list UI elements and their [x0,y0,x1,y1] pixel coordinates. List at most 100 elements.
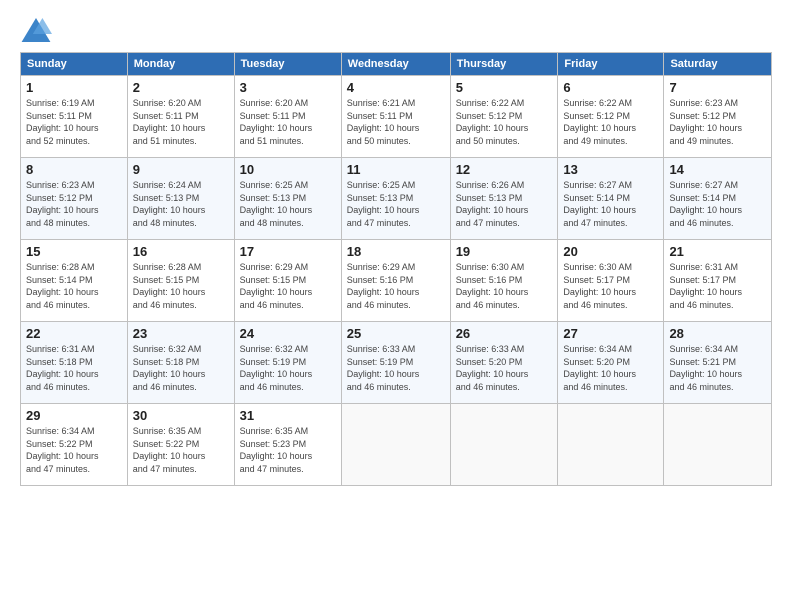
week-row-1: 1 Sunrise: 6:19 AM Sunset: 5:11 PM Dayli… [21,76,772,158]
day-info: Sunrise: 6:22 AM Sunset: 5:12 PM Dayligh… [563,97,658,147]
day-info: Sunrise: 6:35 AM Sunset: 5:23 PM Dayligh… [240,425,336,475]
header-wednesday: Wednesday [341,53,450,76]
calendar-cell: 7 Sunrise: 6:23 AM Sunset: 5:12 PM Dayli… [664,76,772,158]
calendar-cell: 11 Sunrise: 6:25 AM Sunset: 5:13 PM Dayl… [341,158,450,240]
calendar-cell: 18 Sunrise: 6:29 AM Sunset: 5:16 PM Dayl… [341,240,450,322]
calendar-cell: 16 Sunrise: 6:28 AM Sunset: 5:15 PM Dayl… [127,240,234,322]
day-info: Sunrise: 6:30 AM Sunset: 5:16 PM Dayligh… [456,261,553,311]
day-number: 31 [240,408,336,423]
day-number: 4 [347,80,445,95]
day-number: 2 [133,80,229,95]
calendar-cell: 26 Sunrise: 6:33 AM Sunset: 5:20 PM Dayl… [450,322,558,404]
day-number: 23 [133,326,229,341]
day-info: Sunrise: 6:31 AM Sunset: 5:18 PM Dayligh… [26,343,122,393]
day-number: 17 [240,244,336,259]
day-number: 29 [26,408,122,423]
day-info: Sunrise: 6:35 AM Sunset: 5:22 PM Dayligh… [133,425,229,475]
day-info: Sunrise: 6:34 AM Sunset: 5:20 PM Dayligh… [563,343,658,393]
day-number: 25 [347,326,445,341]
logo-icon [20,16,52,44]
calendar-cell: 31 Sunrise: 6:35 AM Sunset: 5:23 PM Dayl… [234,404,341,486]
day-number: 30 [133,408,229,423]
calendar-cell [341,404,450,486]
calendar-cell: 4 Sunrise: 6:21 AM Sunset: 5:11 PM Dayli… [341,76,450,158]
calendar-cell: 28 Sunrise: 6:34 AM Sunset: 5:21 PM Dayl… [664,322,772,404]
calendar-cell: 20 Sunrise: 6:30 AM Sunset: 5:17 PM Dayl… [558,240,664,322]
header-tuesday: Tuesday [234,53,341,76]
calendar-cell: 17 Sunrise: 6:29 AM Sunset: 5:15 PM Dayl… [234,240,341,322]
day-number: 6 [563,80,658,95]
day-info: Sunrise: 6:23 AM Sunset: 5:12 PM Dayligh… [26,179,122,229]
day-number: 22 [26,326,122,341]
day-info: Sunrise: 6:28 AM Sunset: 5:15 PM Dayligh… [133,261,229,311]
calendar-cell: 27 Sunrise: 6:34 AM Sunset: 5:20 PM Dayl… [558,322,664,404]
day-number: 14 [669,162,766,177]
day-number: 16 [133,244,229,259]
header-thursday: Thursday [450,53,558,76]
day-number: 7 [669,80,766,95]
calendar-cell: 8 Sunrise: 6:23 AM Sunset: 5:12 PM Dayli… [21,158,128,240]
day-number: 1 [26,80,122,95]
day-info: Sunrise: 6:34 AM Sunset: 5:22 PM Dayligh… [26,425,122,475]
calendar-table: SundayMondayTuesdayWednesdayThursdayFrid… [20,52,772,486]
day-info: Sunrise: 6:26 AM Sunset: 5:13 PM Dayligh… [456,179,553,229]
week-row-5: 29 Sunrise: 6:34 AM Sunset: 5:22 PM Dayl… [21,404,772,486]
calendar-cell: 6 Sunrise: 6:22 AM Sunset: 5:12 PM Dayli… [558,76,664,158]
day-number: 21 [669,244,766,259]
day-info: Sunrise: 6:32 AM Sunset: 5:19 PM Dayligh… [240,343,336,393]
day-number: 15 [26,244,122,259]
calendar-cell: 3 Sunrise: 6:20 AM Sunset: 5:11 PM Dayli… [234,76,341,158]
day-number: 9 [133,162,229,177]
day-info: Sunrise: 6:33 AM Sunset: 5:20 PM Dayligh… [456,343,553,393]
day-number: 18 [347,244,445,259]
calendar-cell: 14 Sunrise: 6:27 AM Sunset: 5:14 PM Dayl… [664,158,772,240]
calendar-cell: 13 Sunrise: 6:27 AM Sunset: 5:14 PM Dayl… [558,158,664,240]
week-row-3: 15 Sunrise: 6:28 AM Sunset: 5:14 PM Dayl… [21,240,772,322]
calendar-cell: 2 Sunrise: 6:20 AM Sunset: 5:11 PM Dayli… [127,76,234,158]
calendar-cell [450,404,558,486]
calendar-cell: 22 Sunrise: 6:31 AM Sunset: 5:18 PM Dayl… [21,322,128,404]
calendar-cell: 10 Sunrise: 6:25 AM Sunset: 5:13 PM Dayl… [234,158,341,240]
header-friday: Friday [558,53,664,76]
day-info: Sunrise: 6:34 AM Sunset: 5:21 PM Dayligh… [669,343,766,393]
header-monday: Monday [127,53,234,76]
day-info: Sunrise: 6:25 AM Sunset: 5:13 PM Dayligh… [347,179,445,229]
header-saturday: Saturday [664,53,772,76]
day-number: 20 [563,244,658,259]
day-info: Sunrise: 6:23 AM Sunset: 5:12 PM Dayligh… [669,97,766,147]
day-info: Sunrise: 6:20 AM Sunset: 5:11 PM Dayligh… [133,97,229,147]
calendar-header: SundayMondayTuesdayWednesdayThursdayFrid… [21,53,772,76]
day-info: Sunrise: 6:19 AM Sunset: 5:11 PM Dayligh… [26,97,122,147]
day-info: Sunrise: 6:25 AM Sunset: 5:13 PM Dayligh… [240,179,336,229]
day-number: 5 [456,80,553,95]
day-number: 11 [347,162,445,177]
day-info: Sunrise: 6:29 AM Sunset: 5:15 PM Dayligh… [240,261,336,311]
day-number: 24 [240,326,336,341]
day-number: 28 [669,326,766,341]
day-info: Sunrise: 6:27 AM Sunset: 5:14 PM Dayligh… [563,179,658,229]
day-number: 19 [456,244,553,259]
day-info: Sunrise: 6:29 AM Sunset: 5:16 PM Dayligh… [347,261,445,311]
calendar-cell: 23 Sunrise: 6:32 AM Sunset: 5:18 PM Dayl… [127,322,234,404]
day-info: Sunrise: 6:31 AM Sunset: 5:17 PM Dayligh… [669,261,766,311]
day-info: Sunrise: 6:32 AM Sunset: 5:18 PM Dayligh… [133,343,229,393]
day-info: Sunrise: 6:20 AM Sunset: 5:11 PM Dayligh… [240,97,336,147]
logo [20,16,56,44]
day-number: 12 [456,162,553,177]
header-row: SundayMondayTuesdayWednesdayThursdayFrid… [21,53,772,76]
week-row-2: 8 Sunrise: 6:23 AM Sunset: 5:12 PM Dayli… [21,158,772,240]
day-number: 13 [563,162,658,177]
day-info: Sunrise: 6:28 AM Sunset: 5:14 PM Dayligh… [26,261,122,311]
calendar-cell [558,404,664,486]
calendar-cell: 5 Sunrise: 6:22 AM Sunset: 5:12 PM Dayli… [450,76,558,158]
day-info: Sunrise: 6:24 AM Sunset: 5:13 PM Dayligh… [133,179,229,229]
day-info: Sunrise: 6:27 AM Sunset: 5:14 PM Dayligh… [669,179,766,229]
day-number: 3 [240,80,336,95]
day-info: Sunrise: 6:22 AM Sunset: 5:12 PM Dayligh… [456,97,553,147]
week-row-4: 22 Sunrise: 6:31 AM Sunset: 5:18 PM Dayl… [21,322,772,404]
day-number: 8 [26,162,122,177]
calendar-cell: 15 Sunrise: 6:28 AM Sunset: 5:14 PM Dayl… [21,240,128,322]
calendar-cell: 12 Sunrise: 6:26 AM Sunset: 5:13 PM Dayl… [450,158,558,240]
calendar-cell: 21 Sunrise: 6:31 AM Sunset: 5:17 PM Dayl… [664,240,772,322]
day-info: Sunrise: 6:30 AM Sunset: 5:17 PM Dayligh… [563,261,658,311]
